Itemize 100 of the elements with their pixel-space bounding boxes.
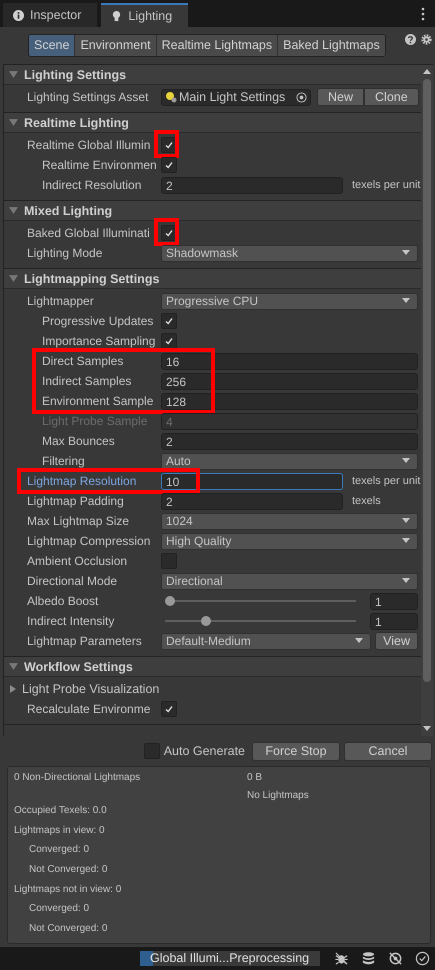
checkbox[interactable] [161,701,177,717]
scroll-down-icon[interactable] [423,726,431,732]
section-header[interactable]: Realtime Lighting [4,113,421,133]
dropdown[interactable]: High Quality [161,532,418,550]
slider-thumb[interactable] [201,616,212,626]
field-label: Lightmap Parameters [26,634,143,648]
field-label: Max Lightmap Size [26,514,130,528]
unit-label: texels [352,495,381,507]
checkbox-label: Auto Generate [164,744,245,758]
checkbox[interactable] [161,157,177,173]
field-label: Directional Mode [26,574,118,588]
number-field[interactable]: 10 [161,472,343,490]
mode-tab[interactable]: Realtime Lightmaps [156,35,278,56]
section-header[interactable]: Lightmapping Settings [4,269,421,289]
view-button[interactable]: View [375,632,418,650]
dropdown-arrow-icon [401,298,411,304]
dropdown[interactable]: Auto [161,452,418,470]
checkbox[interactable] [161,313,177,329]
more-menu-icon[interactable] [421,7,425,21]
dropdown-arrow-icon [401,538,411,544]
target-icon[interactable] [296,92,307,102]
crossed-target-icon[interactable] [388,951,403,966]
database-icon[interactable] [361,951,376,966]
mode-tab[interactable]: Scene [29,35,76,56]
info-icon [13,10,24,20]
slider-thumb[interactable] [165,596,175,606]
settings-icon[interactable] [420,34,432,45]
dropdown[interactable]: Directional [161,572,418,590]
stats-text: No Lightmaps [247,790,309,801]
field-label: Albedo Boost [26,594,100,608]
field-label: Progressive Updates [41,314,154,328]
field-label: Max Bounces [41,434,116,448]
field-label: Recalculate Environme [26,702,152,716]
collapse-arrow-icon [9,70,18,79]
bake-button[interactable]: Cancel [344,742,432,760]
lightbulb-icon [111,10,122,22]
stats-text: Converged: 0 [28,843,90,858]
section-header[interactable]: Workflow Settings [4,657,421,677]
field-label: Ambient Occlusion [26,554,128,568]
asset-button[interactable]: Clone [364,88,419,106]
expand-arrow-icon [9,685,17,693]
stats-text: Not Converged: 0 [28,922,108,936]
stats-text: Occupied Texels: 0.0 [14,804,108,818]
object-field[interactable]: Main Light Settings [161,88,311,106]
number-field[interactable]: 2 [161,176,343,194]
number-field[interactable]: 128 [161,392,418,410]
collapse-arrow-icon [9,206,18,215]
field-label: Lighting Settings Asset [26,90,150,104]
mode-tab[interactable]: Environment [75,35,157,56]
field-label: Lightmap Resolution [26,474,138,488]
help-icon[interactable] [404,34,416,45]
field-label: Lightmap Compression [26,534,152,548]
number-field[interactable]: 256 [161,372,418,390]
field-label: Indirect Samples [41,374,132,388]
check-circle-icon[interactable] [415,951,430,966]
number-field[interactable]: 16 [161,352,418,370]
dropdown-arrow-icon [401,458,411,464]
mode-tab[interactable]: Baked Lightmaps [278,35,385,56]
section-header[interactable]: Mixed Lighting [4,201,421,221]
field-label: Lightmap Padding [26,494,125,508]
field-label: Indirect Intensity [26,614,116,628]
collapse-arrow-icon [9,274,18,283]
dropdown-arrow-icon [401,518,411,524]
bake-button[interactable]: Force Stop [252,742,340,760]
dropdown-arrow-icon [401,250,411,256]
light-settings-icon [165,91,177,103]
field-label: Baked Global Illuminati [26,226,151,240]
dropdown[interactable]: 1024 [161,512,418,530]
number-field[interactable]: 1 [370,592,418,610]
number-field[interactable]: 1 [370,612,418,630]
field-label: Realtime Environmen [41,158,158,172]
stats-text: 0 Non-Directional Lightmaps [14,772,142,785]
asset-button[interactable]: New [317,88,364,106]
stats-text: Not Converged: 0 [28,863,108,878]
section-header[interactable]: Lighting Settings [4,65,421,85]
scroll-up-icon[interactable] [423,69,431,75]
unit-label: texels per unit [352,179,420,191]
dropdown[interactable]: Progressive CPU [161,292,418,310]
dropdown[interactable]: Shadowmask [161,244,418,262]
window-tab[interactable]: Lighting [101,3,188,27]
dropdown-arrow-icon [401,578,411,584]
number-field[interactable]: 2 [161,492,343,510]
window-tab[interactable]: Inspector [3,3,98,27]
crossed-bug-icon[interactable] [334,951,349,966]
field-label: Realtime Global Illumin [26,138,152,152]
field-label: Lightmapper [26,294,95,308]
field-label: Environment Sample [41,394,154,408]
unit-label: texels per unit [352,475,420,487]
scrollbar[interactable] [421,65,433,736]
stats-text: Converged: 0 [28,902,90,916]
stats-text: Lightmaps not in view: 0 [14,882,122,897]
checkmark-icon [164,704,174,714]
stats-text: 0 B [247,772,264,783]
foldout-label[interactable]: Light Probe Visualization [4,682,160,696]
collapse-arrow-icon [9,662,18,671]
dropdown[interactable]: Default-Medium [161,632,372,650]
checkbox[interactable] [161,333,177,349]
dropdown-arrow-icon [354,638,364,644]
collapse-arrow-icon [9,118,18,127]
number-field[interactable]: 2 [161,432,418,450]
